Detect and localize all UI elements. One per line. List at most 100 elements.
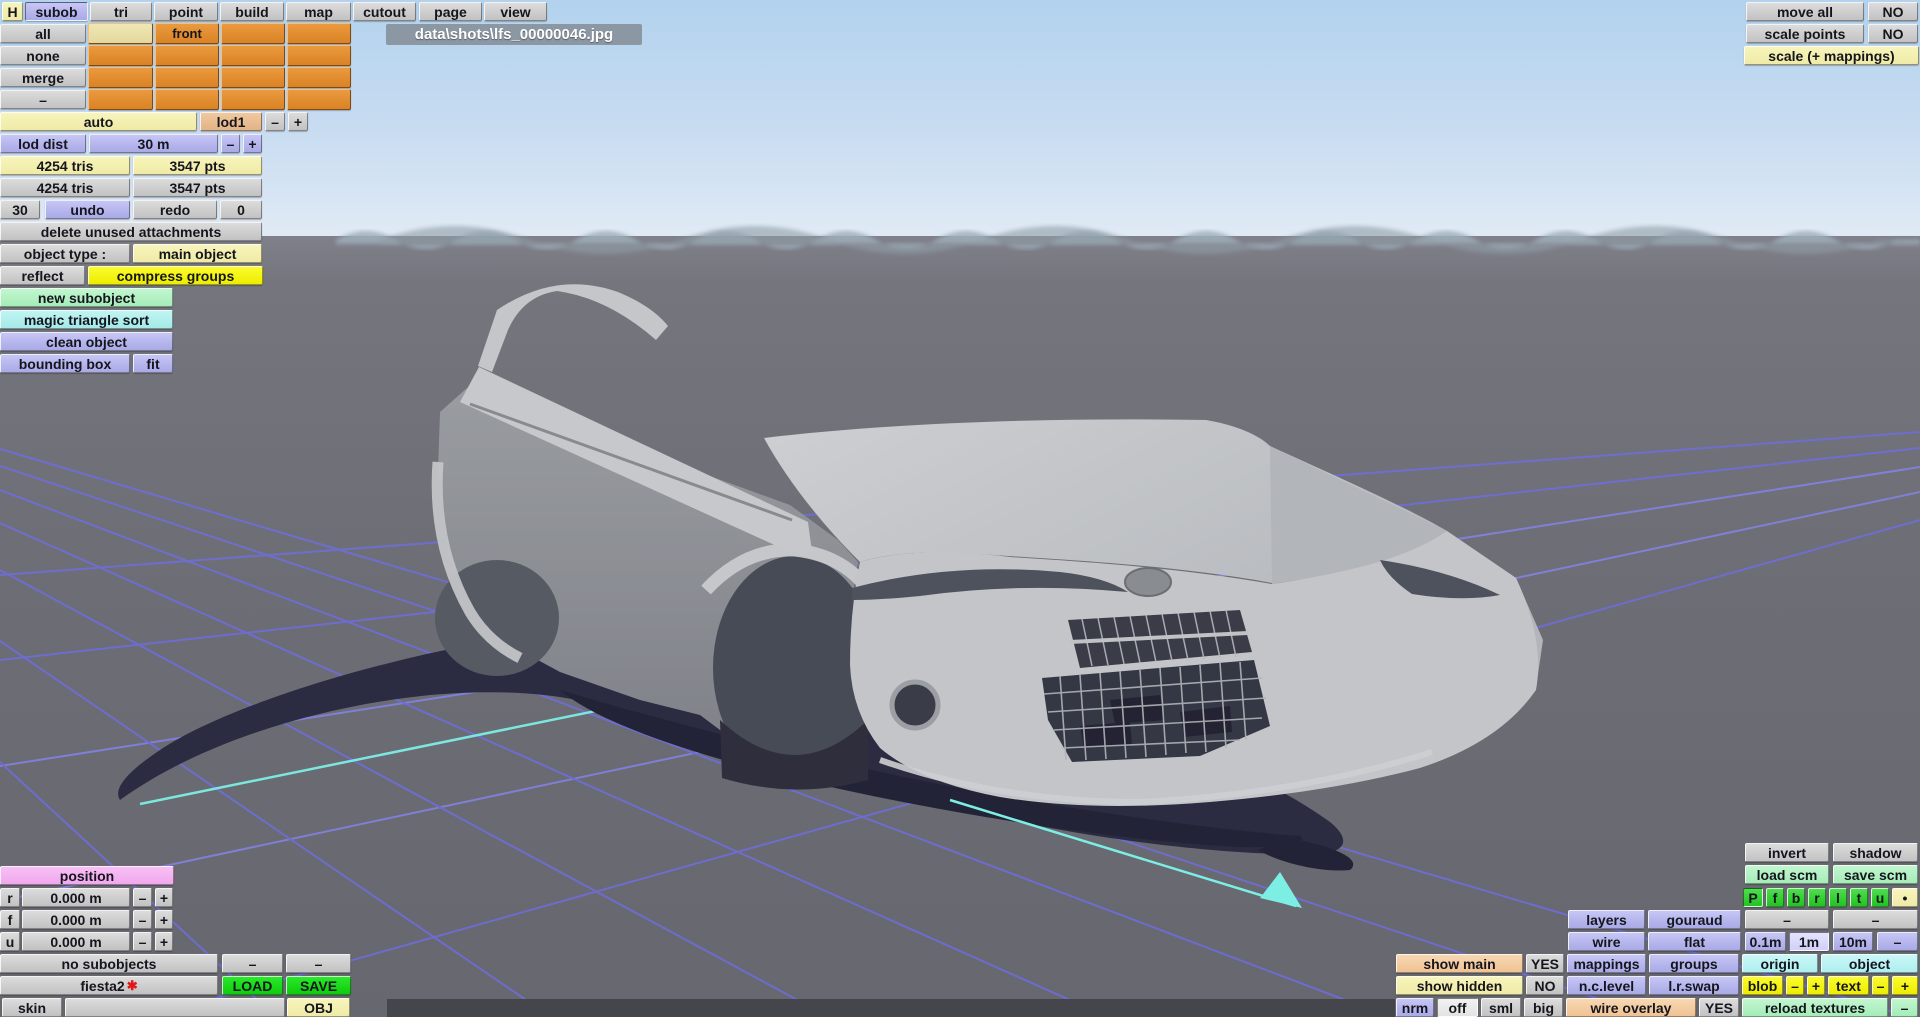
origin-button[interactable]: origin [1742, 954, 1818, 973]
obj-export-button[interactable]: OBJ [287, 998, 350, 1017]
grid-1m-button[interactable]: 1m [1789, 932, 1829, 951]
undo-button[interactable]: undo [45, 200, 130, 219]
select-none-button[interactable]: none [0, 46, 86, 65]
subobject-prev-button[interactable]: – [222, 954, 283, 973]
select-merge-button[interactable]: merge [0, 68, 86, 87]
no-subobjects-label[interactable]: no subobjects [0, 954, 218, 973]
object-button[interactable]: object [1821, 954, 1918, 973]
position-r-plus-button[interactable]: + [155, 888, 173, 907]
scale-points-value[interactable]: NO [1868, 24, 1918, 43]
menu-hide-button[interactable]: H [2, 2, 23, 21]
grid-01m-button[interactable]: 0.1m [1745, 932, 1786, 951]
text-button[interactable]: text [1828, 976, 1869, 995]
position-f-minus-button[interactable]: – [133, 910, 152, 929]
select-grid-cell-r1c2[interactable] [221, 45, 285, 66]
select-grid-cell-r1c0[interactable] [88, 45, 153, 66]
view-left-button[interactable]: l [1829, 888, 1847, 907]
groups-button[interactable]: groups [1649, 954, 1739, 973]
car-model[interactable] [431, 284, 1543, 806]
wire-button[interactable]: wire [1568, 932, 1645, 951]
lod-dist-value[interactable]: 30 m [89, 134, 218, 153]
layers-dash-a-button[interactable]: – [1745, 910, 1829, 929]
view-right-button[interactable]: r [1808, 888, 1826, 907]
select-grid-cell-r3c3[interactable] [287, 89, 351, 110]
show-main-button[interactable]: show main [1396, 954, 1523, 973]
select-grid-cell-r0c1[interactable]: front [155, 23, 219, 44]
gouraud-button[interactable]: gouraud [1648, 910, 1741, 929]
position-f-plus-button[interactable]: + [155, 910, 173, 929]
select-grid-cell-r2c1[interactable] [155, 67, 219, 88]
nrm-button[interactable]: nrm [1396, 998, 1434, 1017]
skin-name-field[interactable] [65, 998, 285, 1017]
flat-button[interactable]: flat [1648, 932, 1741, 951]
viewport-3d[interactable] [0, 0, 1920, 1017]
lod-auto-button[interactable]: auto [0, 112, 197, 131]
layers-dash-b-button[interactable]: – [1833, 910, 1918, 929]
blob-minus-button[interactable]: – [1786, 976, 1804, 995]
blob-button[interactable]: blob [1742, 976, 1783, 995]
magic-triangle-sort-button[interactable]: magic triangle sort [0, 310, 173, 329]
wire-overlay-button[interactable]: wire overlay [1566, 998, 1696, 1017]
scale-mappings-button[interactable]: scale (+ mappings) [1744, 46, 1919, 65]
select-grid-cell-r3c0[interactable] [88, 89, 153, 110]
view-front-button[interactable]: f [1766, 888, 1784, 907]
select-grid-cell-r2c3[interactable] [287, 67, 351, 88]
select-grid-cell-r2c2[interactable] [221, 67, 285, 88]
show-hidden-value[interactable]: NO [1526, 976, 1564, 995]
nrm-big-button[interactable]: big [1524, 998, 1563, 1017]
view-back-button[interactable]: b [1787, 888, 1805, 907]
clean-object-button[interactable]: clean object [0, 332, 173, 351]
blob-plus-button[interactable]: + [1807, 976, 1825, 995]
model-name-field[interactable]: fiesta2 ✱ [0, 976, 218, 995]
new-subobject-button[interactable]: new subobject [0, 288, 173, 307]
lr-swap-button[interactable]: l.r.swap [1649, 976, 1739, 995]
nc-level-button[interactable]: n.c.level [1567, 976, 1646, 995]
load-scm-button[interactable]: load scm [1745, 865, 1829, 884]
select-grid-cell-r0c2[interactable] [221, 23, 285, 44]
subobject-next-button[interactable]: – [286, 954, 351, 973]
view-perspective-button[interactable]: P [1743, 888, 1763, 907]
compress-groups-button[interactable]: compress groups [88, 266, 263, 285]
text-plus-button[interactable]: + [1892, 976, 1918, 995]
lod-dist-plus-button[interactable]: + [243, 134, 262, 153]
menu-tab-build[interactable]: build [220, 2, 284, 21]
view-under-button[interactable]: u [1871, 888, 1889, 907]
select-grid-cell-r3c1[interactable] [155, 89, 219, 110]
delete-unused-attachments-button[interactable]: delete unused attachments [0, 222, 262, 241]
invert-button[interactable]: invert [1745, 843, 1829, 862]
select-grid-cell-r0c0[interactable] [88, 23, 153, 44]
grid-dash-button[interactable]: – [1877, 932, 1918, 951]
lod-plus-button[interactable]: + [288, 112, 308, 131]
select-grid-cell-r1c1[interactable] [155, 45, 219, 66]
lod-minus-button[interactable]: – [265, 112, 285, 131]
skin-button[interactable]: skin [2, 998, 62, 1017]
menu-tab-cutout[interactable]: cutout [353, 2, 416, 21]
object-type-value-button[interactable]: main object [133, 244, 262, 263]
menu-tab-map[interactable]: map [286, 2, 351, 21]
position-f-value[interactable]: 0.000 m [22, 910, 130, 929]
show-main-value[interactable]: YES [1526, 954, 1564, 973]
nrm-off-button[interactable]: off [1437, 998, 1478, 1017]
save-scm-button[interactable]: save scm [1833, 865, 1918, 884]
menu-tab-point[interactable]: point [154, 2, 218, 21]
position-r-value[interactable]: 0.000 m [22, 888, 130, 907]
select-dash-button[interactable]: – [0, 90, 86, 109]
bounding-box-fit-button[interactable]: fit [133, 354, 173, 373]
lod-dist-minus-button[interactable]: – [221, 134, 240, 153]
select-grid-cell-r3c2[interactable] [221, 89, 285, 110]
position-u-value[interactable]: 0.000 m [22, 932, 130, 951]
lod-current-button[interactable]: lod1 [200, 112, 262, 131]
wire-overlay-value[interactable]: YES [1699, 998, 1739, 1017]
menu-tab-page[interactable]: page [419, 2, 482, 21]
move-all-button[interactable]: move all [1746, 2, 1864, 21]
reflect-button[interactable]: reflect [0, 266, 85, 285]
reload-textures-dash-button[interactable]: – [1891, 998, 1918, 1017]
layers-button[interactable]: layers [1568, 910, 1645, 929]
select-grid-cell-r1c3[interactable] [287, 45, 351, 66]
load-button[interactable]: LOAD [222, 976, 283, 995]
view-dot-button[interactable]: • [1892, 888, 1918, 907]
menu-tab-view[interactable]: view [484, 2, 547, 21]
show-hidden-button[interactable]: show hidden [1396, 976, 1523, 995]
save-button[interactable]: SAVE [286, 976, 351, 995]
shadow-button[interactable]: shadow [1833, 843, 1918, 862]
